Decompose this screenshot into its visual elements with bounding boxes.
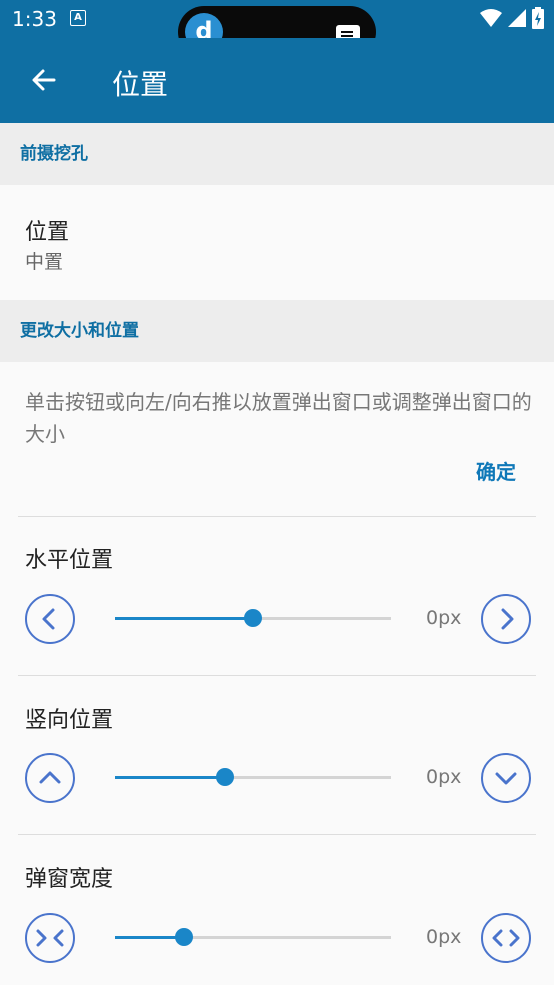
- status-time: 1:33: [12, 7, 57, 31]
- confirm-button[interactable]: 确定: [476, 456, 516, 485]
- notification-a-icon: A: [70, 10, 86, 26]
- expand-width-button[interactable]: [481, 913, 531, 963]
- position-pref-title: 位置: [25, 220, 70, 245]
- slider-thumb[interactable]: [175, 928, 193, 946]
- arrow-left-icon[interactable]: [28, 64, 60, 96]
- shrink-width-button[interactable]: [25, 913, 75, 963]
- divider: [18, 516, 536, 517]
- chevron-down-icon: [495, 772, 517, 785]
- move-up-button[interactable]: [25, 753, 75, 803]
- shrink-horizontal-icon: [36, 929, 64, 947]
- vertical-position-title: 竖向位置: [25, 708, 114, 733]
- horizontal-position-value: 0px: [426, 607, 462, 629]
- slider-track: [115, 928, 391, 946]
- slider-fill: [115, 936, 184, 939]
- horizontal-position-title: 水平位置: [25, 548, 114, 573]
- vertical-position-slider[interactable]: [115, 768, 391, 788]
- slider-fill: [115, 776, 226, 779]
- cell-signal-icon: [508, 9, 526, 27]
- position-pref-value: 中置: [25, 251, 64, 273]
- popup-width-title: 弹窗宽度: [25, 867, 114, 892]
- horizontal-position-slider[interactable]: [115, 609, 391, 629]
- section-header-camera-cutout: 前摄挖孔: [0, 123, 554, 185]
- battery-icon: [532, 7, 544, 29]
- status-icons: [480, 6, 544, 30]
- chevron-right-icon: [501, 608, 514, 630]
- popup-width-value: 0px: [426, 926, 462, 948]
- app-bar: 位置: [0, 38, 554, 123]
- move-down-button[interactable]: [481, 753, 531, 803]
- chevron-left-icon: [42, 608, 55, 630]
- slider-thumb[interactable]: [244, 609, 262, 627]
- vertical-position-value: 0px: [426, 766, 462, 788]
- slider-track: [115, 768, 391, 786]
- popup-width-slider[interactable]: [115, 928, 391, 948]
- description-text: 单击按钮或向左/向右推以放置弹出窗口或调整弹出窗口的大小: [25, 390, 532, 446]
- move-right-button[interactable]: [481, 594, 531, 644]
- move-left-button[interactable]: [25, 594, 75, 644]
- divider: [18, 675, 536, 676]
- slider-fill: [115, 617, 253, 620]
- section-header-resize-position: 更改大小和位置: [0, 300, 554, 362]
- wifi-icon: [480, 9, 502, 27]
- divider: [18, 834, 536, 835]
- expand-horizontal-icon: [492, 929, 520, 947]
- page-title: 位置: [112, 68, 169, 101]
- slider-track: [115, 609, 391, 627]
- slider-thumb[interactable]: [216, 768, 235, 786]
- chevron-up-icon: [39, 771, 61, 784]
